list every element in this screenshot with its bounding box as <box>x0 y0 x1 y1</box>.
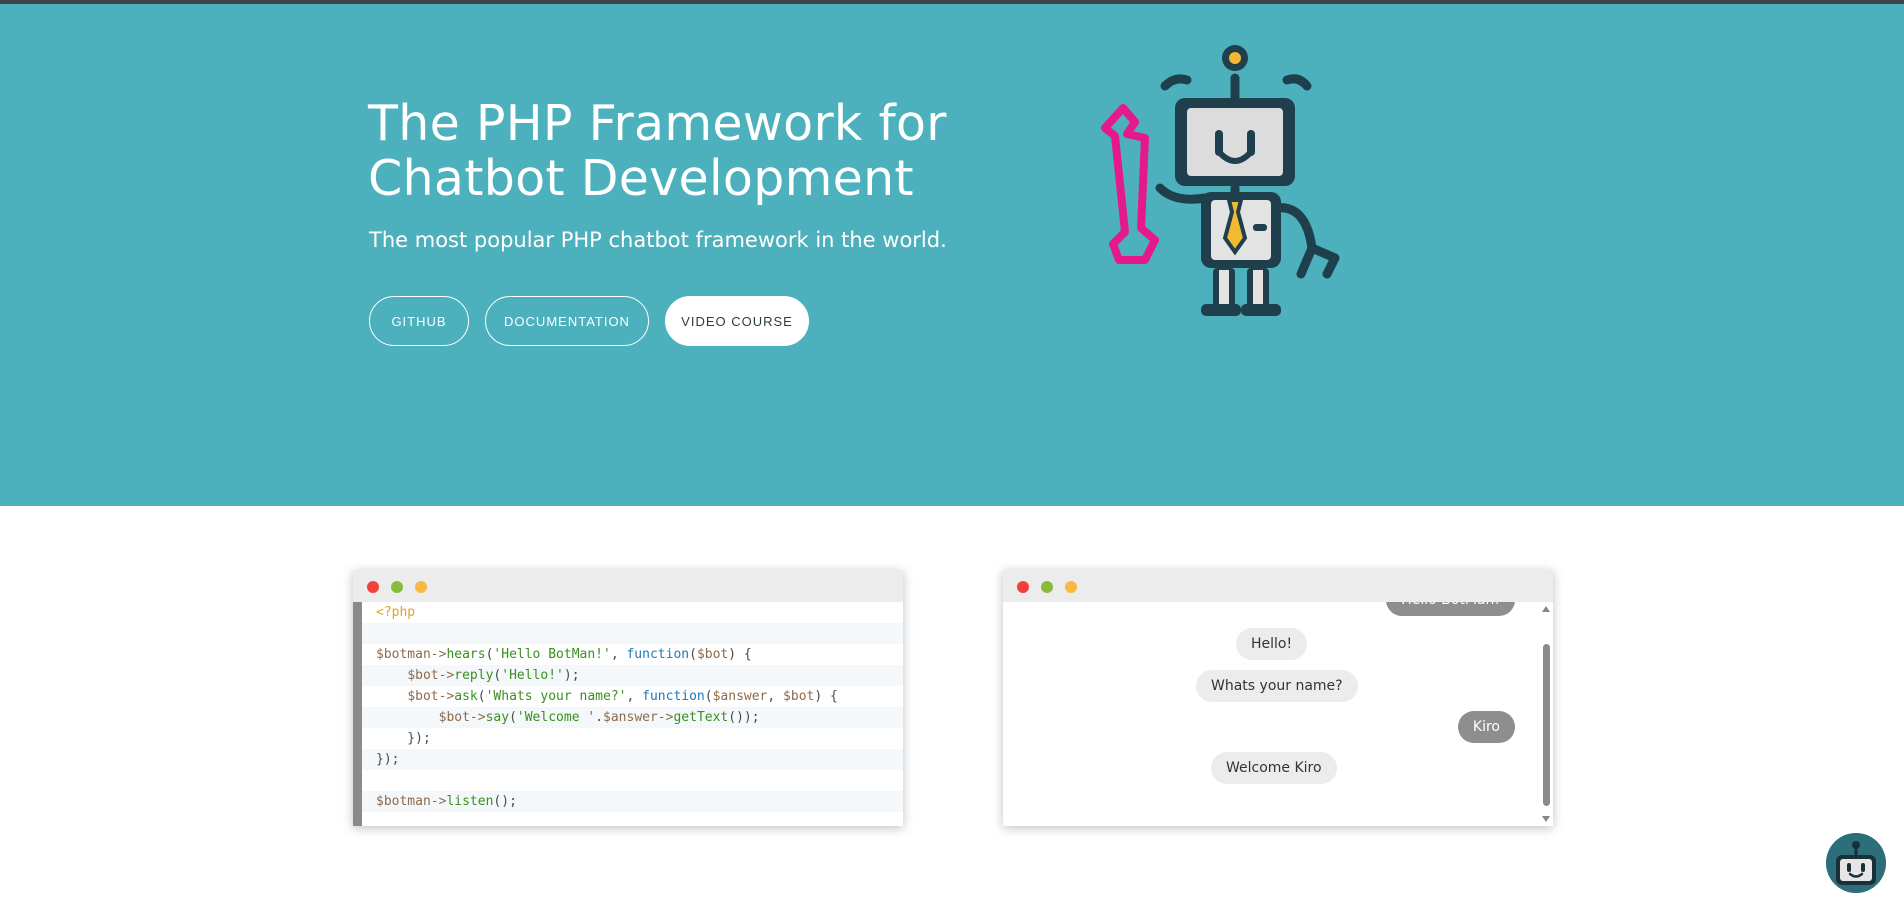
close-dot-icon <box>367 581 379 593</box>
code-line: $bot->say('Welcome '.$answer->getText())… <box>362 707 903 728</box>
chat-messages: Hello BotMan! Hello! Whats your name? Ki… <box>1003 602 1539 826</box>
code-example-window: <?php $botman->hears('Hello BotMan!', fu… <box>353 570 903 826</box>
chat-message-user: Hello BotMan! <box>1386 602 1515 616</box>
code-line: $bot->ask('Whats your name?', function($… <box>407 689 838 704</box>
chat-message-bot: Welcome Kiro <box>1211 752 1337 784</box>
window-titlebar <box>353 570 903 602</box>
hero-title-line1: The PHP Framework for <box>368 95 947 152</box>
chat-message-bot: Hello! <box>1236 628 1308 660</box>
hero-subtitle: The most popular PHP chatbot framework i… <box>369 228 947 252</box>
code-line <box>362 623 903 644</box>
close-dot-icon <box>1017 581 1029 593</box>
robot-mascot-icon <box>1101 45 1340 316</box>
chat-message-user: Kiro <box>1457 711 1515 743</box>
chat-demo-window: Hello BotMan! Hello! Whats your name? Ki… <box>1003 570 1553 826</box>
code-line: <?php <box>376 605 416 620</box>
maximize-dot-icon <box>1041 581 1053 593</box>
chat-widget-robot-icon <box>1826 833 1886 893</box>
chat-message-bot: Whats your name? <box>1196 670 1358 702</box>
scrollbar-thumb[interactable] <box>1543 644 1550 806</box>
code-block: <?php $botman->hears('Hello BotMan!', fu… <box>362 602 903 826</box>
hero-section: The PHP Framework for Chatbot Developmen… <box>0 4 1904 506</box>
minimize-dot-icon <box>1065 581 1077 593</box>
video-course-button[interactable]: VIDEO COURSE <box>665 296 809 346</box>
hero-title: The PHP Framework for Chatbot Developmen… <box>368 96 947 206</box>
code-line: $bot->reply('Hello!'); <box>362 665 903 686</box>
scroll-down-arrow-icon[interactable] <box>1542 816 1550 822</box>
chat-scrollbar[interactable] <box>1539 602 1553 826</box>
code-line: }); <box>376 731 431 746</box>
github-button[interactable]: GITHUB <box>369 296 469 346</box>
code-gutter <box>353 602 362 826</box>
window-titlebar <box>1003 570 1553 602</box>
hero-title-line2: Chatbot Development <box>368 150 914 207</box>
code-line: $botman->hears('Hello BotMan!', function… <box>376 647 752 662</box>
code-line: $botman->listen(); <box>362 791 903 812</box>
maximize-dot-icon <box>391 581 403 593</box>
code-line: }); <box>362 749 903 770</box>
scroll-up-arrow-icon[interactable] <box>1542 606 1550 612</box>
chat-widget-button[interactable] <box>1826 833 1886 893</box>
documentation-button[interactable]: DOCUMENTATION <box>485 296 649 346</box>
minimize-dot-icon <box>415 581 427 593</box>
